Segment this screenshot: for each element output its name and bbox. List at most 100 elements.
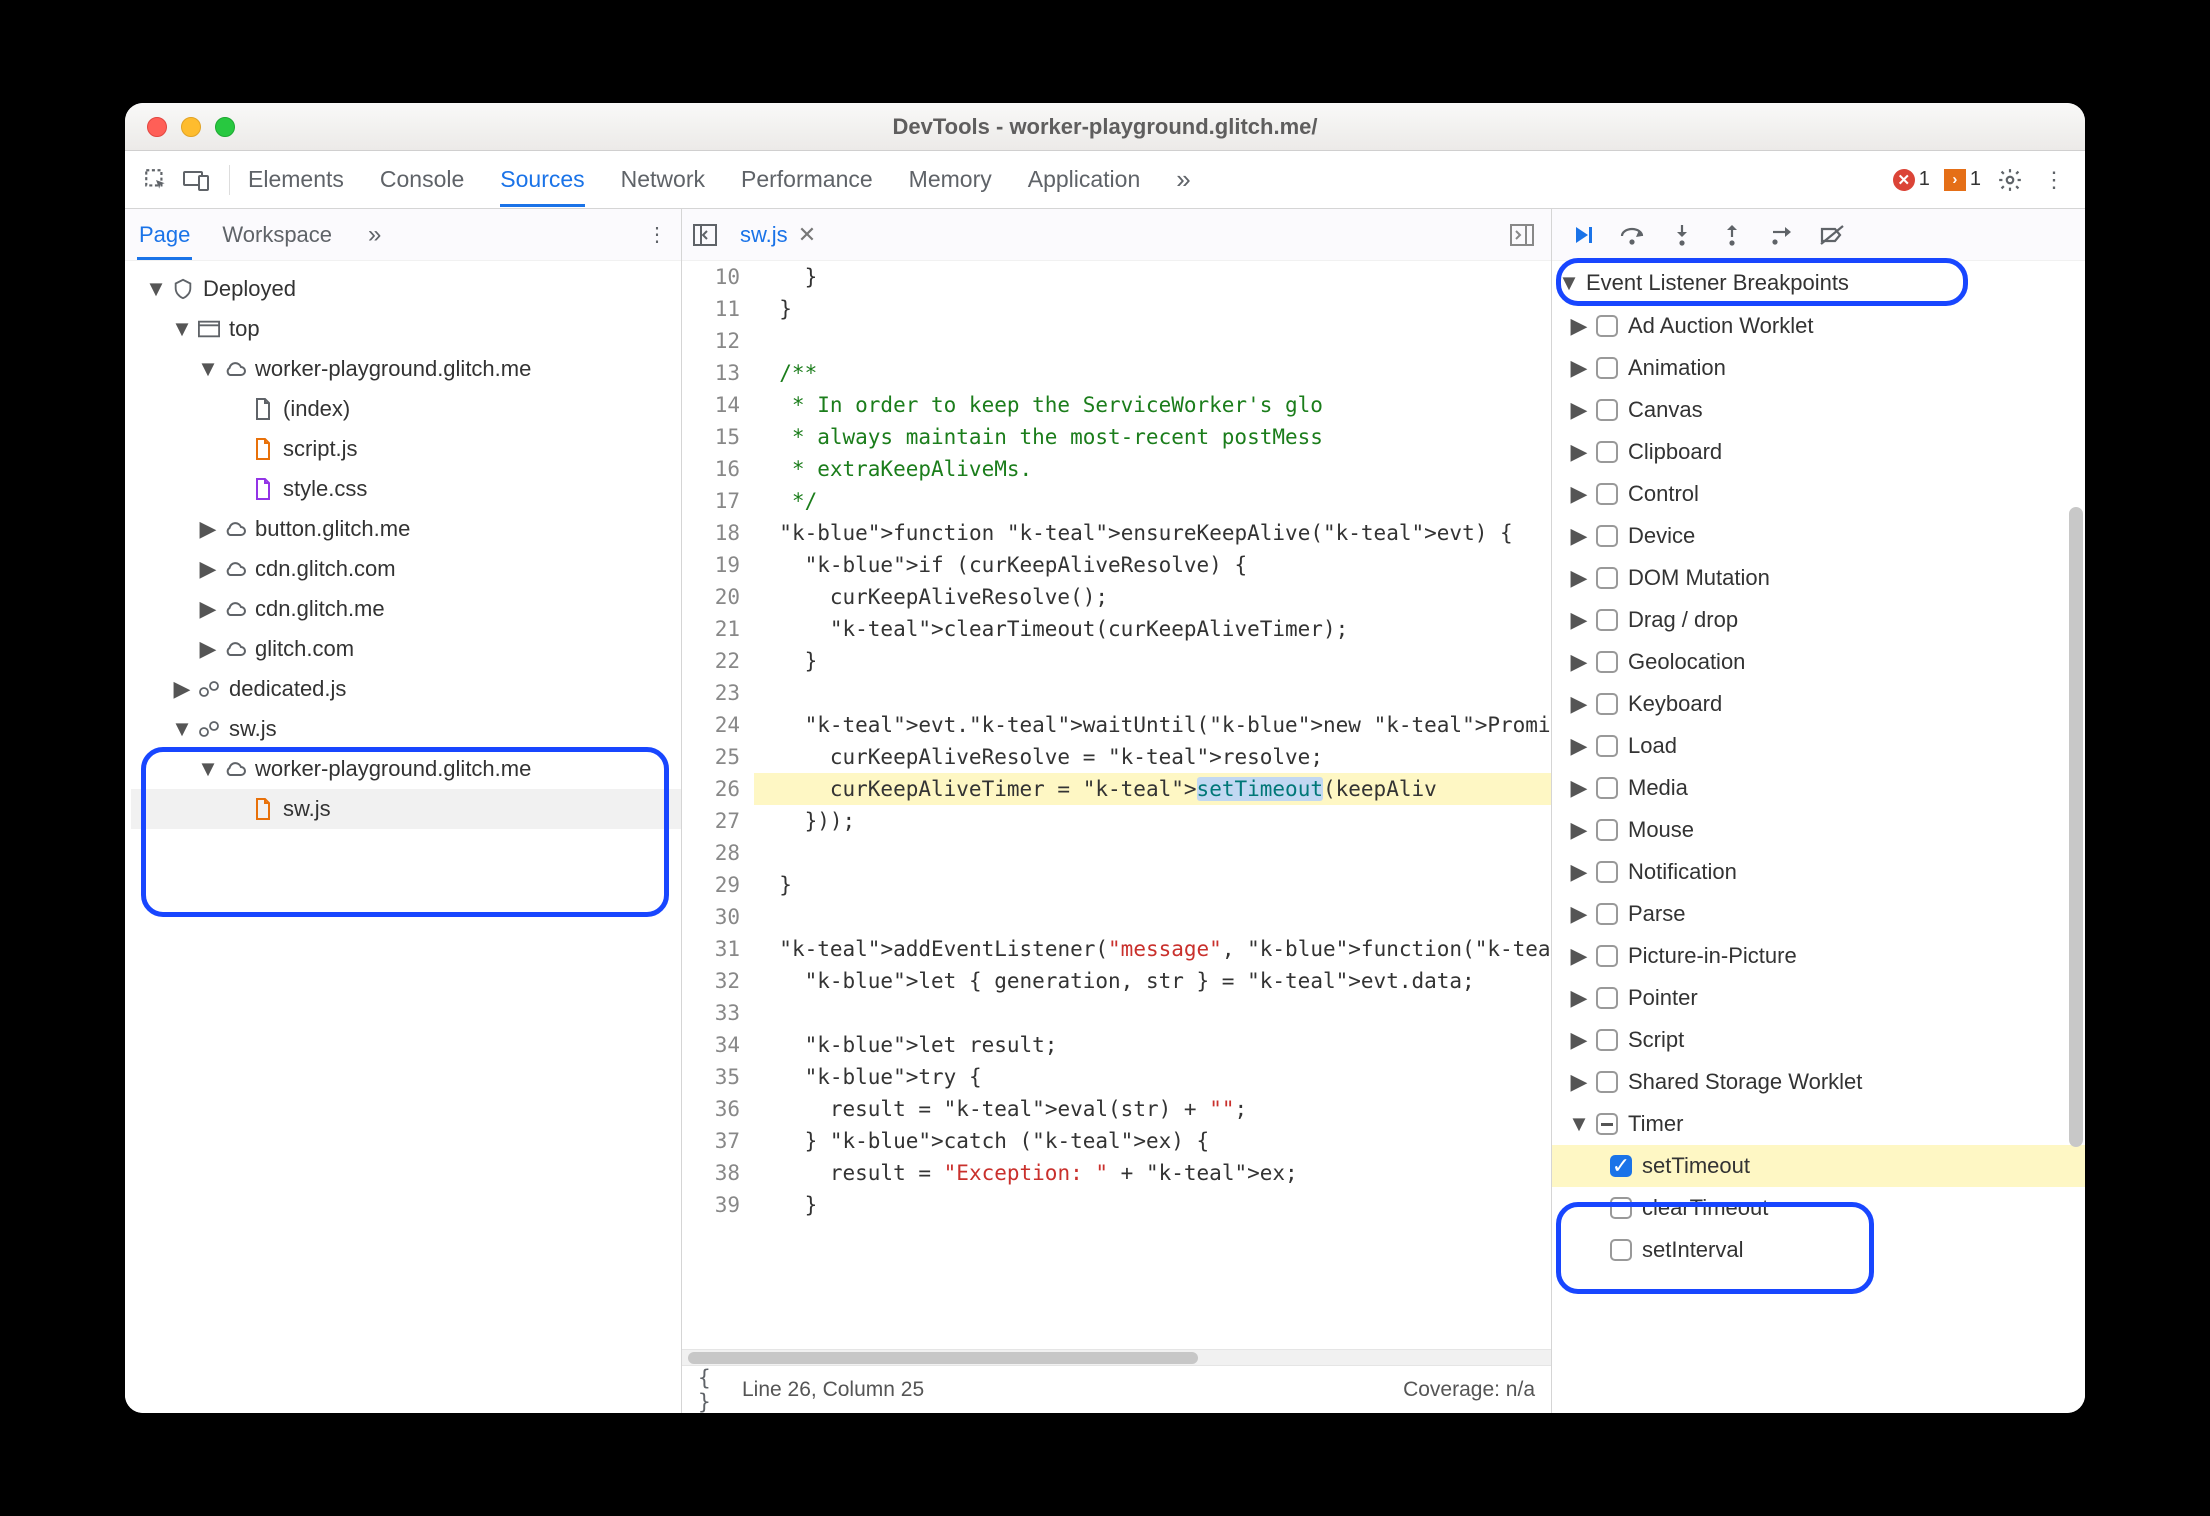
tree-top[interactable]: ▼top — [131, 309, 681, 349]
resume-icon[interactable] — [1568, 221, 1596, 249]
tab-sources[interactable]: Sources — [500, 152, 584, 207]
pretty-print-icon[interactable]: { } — [698, 1375, 728, 1405]
warnings-badge[interactable]: › 1 — [1944, 168, 1981, 191]
errors-badge[interactable]: ✕ 1 — [1893, 168, 1930, 191]
breakpoint-category[interactable]: ▶Animation — [1552, 347, 2085, 389]
breakpoint-category[interactable]: ▶Drag / drop — [1552, 599, 2085, 641]
scroll-thumb[interactable] — [688, 1352, 1198, 1364]
checkbox[interactable] — [1596, 945, 1618, 967]
tab-elements[interactable]: Elements — [248, 152, 344, 207]
checkbox[interactable] — [1596, 693, 1618, 715]
tree-sw-origin[interactable]: ▼worker-playground.glitch.me — [131, 749, 681, 789]
breakpoint-category[interactable]: ▶Device — [1552, 515, 2085, 557]
breakpoint-category[interactable]: ▶DOM Mutation — [1552, 557, 2085, 599]
inspect-element-icon[interactable] — [141, 165, 171, 195]
event-listener-breakpoints-header[interactable]: ▼ Event Listener Breakpoints — [1552, 261, 2085, 305]
checkbox[interactable] — [1596, 987, 1618, 1009]
breakpoint-category[interactable]: ▶Pointer — [1552, 977, 2085, 1019]
tree-origin-button[interactable]: ▶button.glitch.me — [131, 509, 681, 549]
tree-dedicated[interactable]: ▶dedicated.js — [131, 669, 681, 709]
checkbox[interactable] — [1596, 1071, 1618, 1093]
category-label: Ad Auction Worklet — [1628, 313, 1813, 339]
breakpoint-category[interactable]: ▶Load — [1552, 725, 2085, 767]
breakpoint-category[interactable]: ▶Shared Storage Worklet — [1552, 1061, 2085, 1103]
scroll-thumb[interactable] — [2069, 507, 2083, 1147]
checkbox[interactable] — [1596, 315, 1618, 337]
toggle-navigator-icon[interactable] — [690, 220, 720, 250]
checkbox[interactable] — [1596, 777, 1618, 799]
tree-origin-cdnme[interactable]: ▶cdn.glitch.me — [131, 589, 681, 629]
breakpoint-category[interactable]: ▶Keyboard — [1552, 683, 2085, 725]
tree-file-index[interactable]: (index) — [131, 389, 681, 429]
code-content[interactable]: } } /** * In order to keep the ServiceWo… — [754, 261, 1551, 1221]
deactivate-breakpoints-icon[interactable] — [1818, 221, 1846, 249]
minimize-window-icon[interactable] — [181, 117, 201, 137]
checkbox-indeterminate[interactable] — [1596, 1113, 1618, 1135]
tab-application[interactable]: Application — [1028, 152, 1141, 207]
toggle-debugger-icon[interactable] — [1507, 220, 1537, 250]
breakpoint-category-timer[interactable]: ▼Timer — [1552, 1103, 2085, 1145]
checkbox[interactable] — [1610, 1239, 1632, 1261]
checkbox[interactable] — [1596, 651, 1618, 673]
checkbox[interactable] — [1596, 357, 1618, 379]
breakpoint-item[interactable]: ✓setTimeout — [1552, 1145, 2085, 1187]
breakpoint-category[interactable]: ▶Ad Auction Worklet — [1552, 305, 2085, 347]
close-tab-icon[interactable]: ✕ — [798, 222, 816, 248]
checkbox[interactable] — [1596, 567, 1618, 589]
zoom-window-icon[interactable] — [215, 117, 235, 137]
checkbox[interactable] — [1596, 399, 1618, 421]
breakpoint-category[interactable]: ▶Notification — [1552, 851, 2085, 893]
tab-console[interactable]: Console — [380, 152, 464, 207]
settings-icon[interactable] — [1995, 165, 2025, 195]
tree-sw[interactable]: ▼sw.js — [131, 709, 681, 749]
breakpoint-category[interactable]: ▶Media — [1552, 767, 2085, 809]
tree-origin-glitch[interactable]: ▶glitch.com — [131, 629, 681, 669]
checkbox[interactable] — [1596, 441, 1618, 463]
checkbox[interactable]: ✓ — [1610, 1155, 1632, 1177]
tree-origin-main[interactable]: ▼worker-playground.glitch.me — [131, 349, 681, 389]
breakpoint-category[interactable]: ▶Clipboard — [1552, 431, 2085, 473]
right-scrollbar[interactable] — [2069, 267, 2083, 1407]
nav-kebab-icon[interactable]: ⋮ — [647, 222, 667, 247]
checkbox[interactable] — [1596, 903, 1618, 925]
breakpoint-item[interactable]: setInterval — [1552, 1229, 2085, 1271]
tree-file-scriptjs[interactable]: script.js — [131, 429, 681, 469]
breakpoint-category[interactable]: ▶Parse — [1552, 893, 2085, 935]
checkbox[interactable] — [1610, 1197, 1632, 1219]
checkbox[interactable] — [1596, 609, 1618, 631]
tab-network[interactable]: Network — [621, 152, 705, 207]
breakpoint-category[interactable]: ▶Mouse — [1552, 809, 2085, 851]
breakpoint-category[interactable]: ▶Picture-in-Picture — [1552, 935, 2085, 977]
breakpoint-item[interactable]: clearTimeout — [1552, 1187, 2085, 1229]
close-window-icon[interactable] — [147, 117, 167, 137]
step-icon[interactable] — [1768, 221, 1796, 249]
step-out-icon[interactable] — [1718, 221, 1746, 249]
breakpoint-category[interactable]: ▶Control — [1552, 473, 2085, 515]
checkbox[interactable] — [1596, 861, 1618, 883]
device-toggle-icon[interactable] — [181, 165, 211, 195]
checkbox[interactable] — [1596, 735, 1618, 757]
nav-tabs-overflow[interactable]: » — [368, 221, 381, 249]
checkbox[interactable] — [1596, 483, 1618, 505]
code-editor[interactable]: 1011121314151617181920212223242526272829… — [682, 261, 1551, 1349]
editor-h-scrollbar[interactable] — [682, 1349, 1551, 1365]
breakpoint-category[interactable]: ▶Canvas — [1552, 389, 2085, 431]
tab-performance[interactable]: Performance — [741, 152, 873, 207]
breakpoint-category[interactable]: ▶Geolocation — [1552, 641, 2085, 683]
checkbox[interactable] — [1596, 819, 1618, 841]
step-into-icon[interactable] — [1668, 221, 1696, 249]
checkbox[interactable] — [1596, 525, 1618, 547]
breakpoint-category[interactable]: ▶Script — [1552, 1019, 2085, 1061]
step-over-icon[interactable] — [1618, 221, 1646, 249]
nav-tab-workspace[interactable]: Workspace — [220, 210, 334, 260]
tree-file-stylecss[interactable]: style.css — [131, 469, 681, 509]
nav-tab-page[interactable]: Page — [137, 210, 192, 260]
tabs-overflow[interactable]: » — [1176, 150, 1190, 209]
checkbox[interactable] — [1596, 1029, 1618, 1051]
tab-memory[interactable]: Memory — [909, 152, 992, 207]
editor-file-tab[interactable]: sw.js ✕ — [728, 222, 828, 248]
tree-origin-cdncom[interactable]: ▶cdn.glitch.com — [131, 549, 681, 589]
kebab-menu-icon[interactable]: ⋮ — [2039, 165, 2069, 195]
tree-sw-file[interactable]: sw.js — [131, 789, 681, 829]
tree-deployed[interactable]: ▼Deployed — [131, 269, 681, 309]
